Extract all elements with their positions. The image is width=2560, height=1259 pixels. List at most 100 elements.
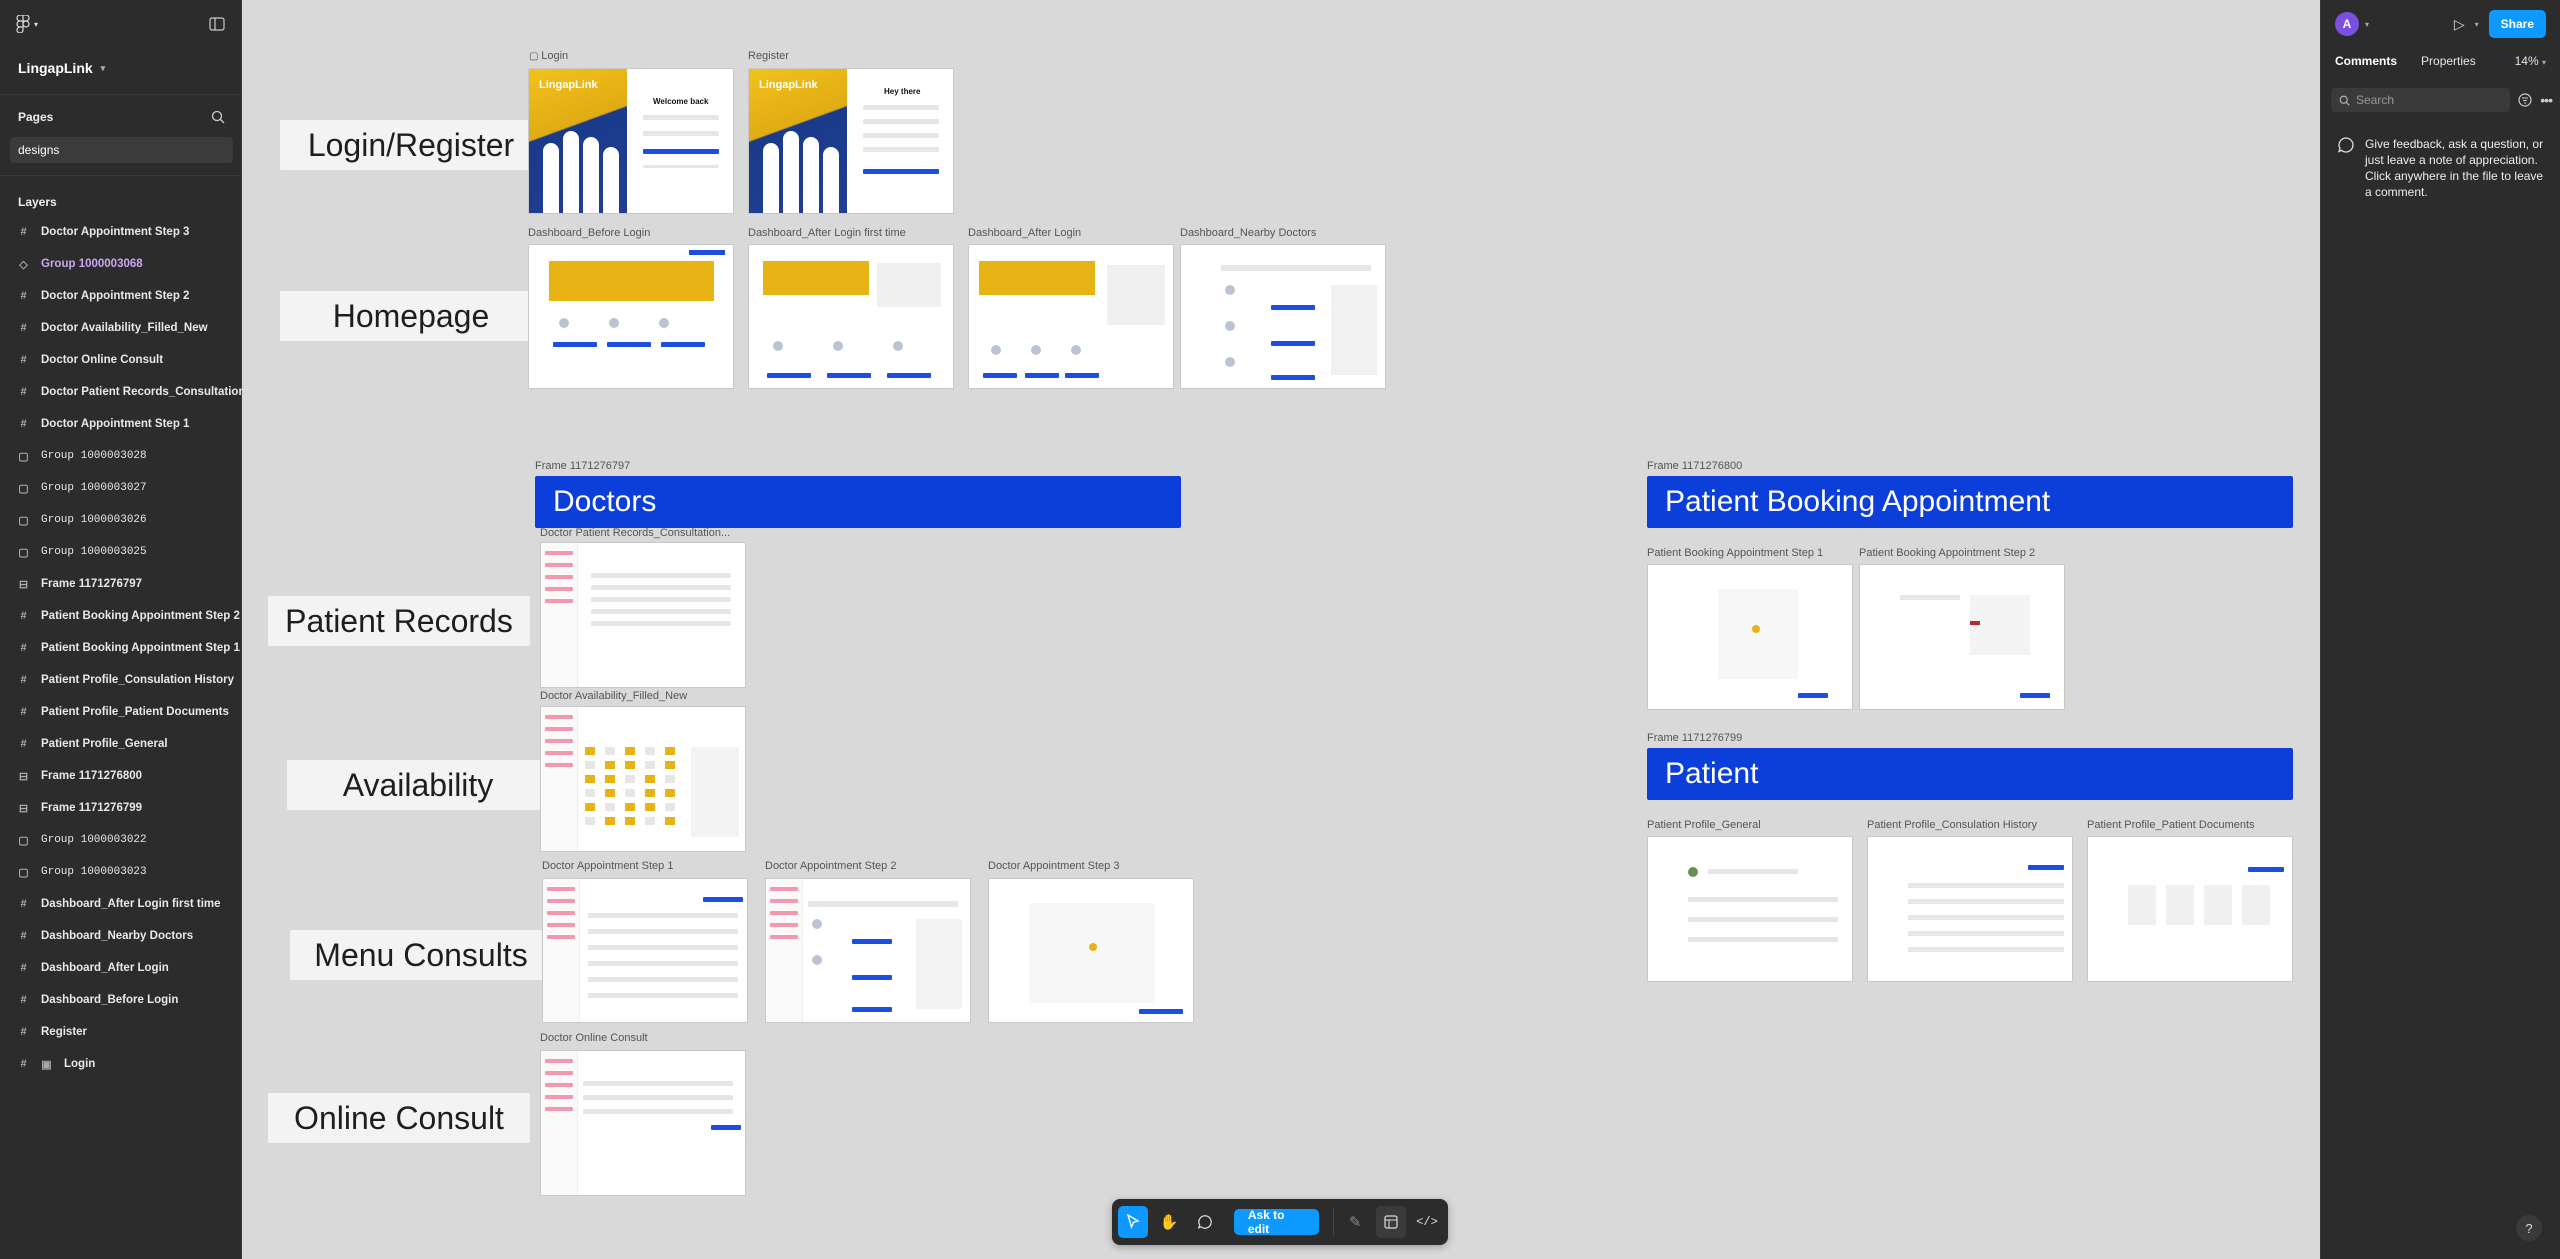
layer-item[interactable]: ▢ Group 1000003028 (0, 440, 241, 472)
layer-item[interactable]: # Doctor Appointment Step 3 (0, 216, 241, 248)
frame-title-booking1[interactable]: Patient Booking Appointment Step 1 (1647, 547, 1823, 559)
banner-patient-booking[interactable]: Patient Booking Appointment (1647, 476, 2293, 528)
main-menu-button[interactable]: ▾ (16, 15, 38, 33)
banner-patient[interactable]: Patient (1647, 748, 2293, 800)
toggle-sidebar-icon[interactable] (209, 17, 225, 31)
design-canvas[interactable]: Login/Register Homepage Patient Records … (243, 0, 2320, 1259)
zoom-level[interactable]: 14% ▾ (2515, 54, 2546, 68)
frame-icon: # (20, 642, 27, 654)
layer-item[interactable]: # ▣ Login (0, 1048, 241, 1080)
layer-item[interactable]: ◇ Group 1000003068 (0, 248, 241, 280)
frame-booking-step-2[interactable] (1859, 564, 2065, 710)
hand-tool-button[interactable]: ✋ (1154, 1206, 1184, 1238)
layer-item[interactable]: # Patient Booking Appointment Step 2 (0, 600, 241, 632)
comment-tool-button[interactable] (1190, 1206, 1220, 1238)
frame-title-appt2[interactable]: Doctor Appointment Step 2 (765, 860, 896, 872)
dev-mode-code-button[interactable]: </> (1412, 1206, 1442, 1238)
layer-item[interactable]: ▢ Group 1000003023 (0, 856, 241, 888)
frame-title-profile-general[interactable]: Patient Profile_General (1647, 819, 1761, 831)
frame-dashboard-first-time[interactable] (748, 244, 954, 389)
frame-title-appt1[interactable]: Doctor Appointment Step 1 (542, 860, 673, 872)
layer-item[interactable]: # Patient Profile_Patient Documents (0, 696, 241, 728)
search-input[interactable]: Search (2331, 88, 2511, 112)
frame-register[interactable]: LingapLink Hey there (748, 68, 954, 214)
frame-availability[interactable] (540, 706, 746, 852)
layer-item[interactable]: # Doctor Online Consult (0, 344, 241, 376)
frame-title-doctors[interactable]: Frame 1171276797 (535, 460, 630, 472)
frame-title-profile-docs[interactable]: Patient Profile_Patient Documents (2087, 819, 2255, 831)
section-label-online-consult[interactable]: Online Consult (268, 1093, 530, 1143)
frame-profile-documents[interactable] (2087, 836, 2293, 982)
frame-profile-general[interactable] (1647, 836, 1853, 982)
project-name-button[interactable]: LingapLink ▾ (0, 48, 241, 88)
frame-appointment-step-2[interactable] (765, 878, 971, 1023)
frame-title-register[interactable]: Register (748, 50, 789, 62)
layer-item[interactable]: # Doctor Appointment Step 2 (0, 280, 241, 312)
frame-title-appt3[interactable]: Doctor Appointment Step 3 (988, 860, 1119, 872)
layer-item[interactable]: # Patient Profile_General (0, 728, 241, 760)
frame-title-patient-records[interactable]: Doctor Patient Records_Consultation... (540, 527, 730, 539)
frame-profile-history[interactable] (1867, 836, 2073, 982)
search-icon[interactable] (211, 110, 225, 124)
section-label-availability[interactable]: Availability (287, 760, 549, 810)
layer-item[interactable]: ⊟ Frame 1171276797 (0, 568, 241, 600)
frame-title-patient[interactable]: Frame 1171276799 (1647, 732, 1742, 744)
user-menu[interactable]: A ▾ (2335, 12, 2369, 36)
annotate-tool-button[interactable]: ✎ (1340, 1206, 1370, 1238)
layer-item[interactable]: # Dashboard_After Login first time (0, 888, 241, 920)
bottom-toolbar: ✋ Ask to edit ✎ </> (1112, 1199, 1448, 1245)
frame-dashboard-before-login[interactable] (528, 244, 734, 389)
frame-online-consult[interactable] (540, 1050, 746, 1196)
page-item-designs[interactable]: designs (10, 137, 233, 163)
banner-doctors[interactable]: Doctors (535, 476, 1181, 528)
move-tool-button[interactable] (1118, 1206, 1148, 1238)
layer-item[interactable]: # Doctor Appointment Step 1 (0, 408, 241, 440)
layer-item[interactable]: # Dashboard_After Login (0, 952, 241, 984)
layer-item[interactable]: # Doctor Availability_Filled_New (0, 312, 241, 344)
dev-mode-layout-button[interactable] (1376, 1206, 1407, 1238)
layer-item[interactable]: # Doctor Patient Records_Consultation (0, 376, 245, 408)
tab-comments[interactable]: Comments (2335, 54, 2397, 68)
tab-properties[interactable]: Properties (2421, 54, 2476, 68)
ask-to-edit-button[interactable]: Ask to edit (1233, 1208, 1320, 1236)
frame-appointment-step-1[interactable] (542, 878, 748, 1023)
layer-item[interactable]: # Dashboard_Nearby Doctors (0, 920, 241, 952)
section-label-login-register[interactable]: Login/Register (280, 120, 542, 170)
present-play-icon[interactable]: ▷ (2454, 16, 2465, 33)
filter-icon[interactable] (2518, 93, 2532, 107)
layer-item[interactable]: ⊟ Frame 1171276800 (0, 760, 241, 792)
help-button[interactable]: ? (2516, 1215, 2542, 1241)
frame-title-profile-history[interactable]: Patient Profile_Consulation History (1867, 819, 2037, 831)
frame-title-booking[interactable]: Frame 1171276800 (1647, 460, 1742, 472)
layer-item[interactable]: ▢ Group 1000003022 (0, 824, 241, 856)
layer-item[interactable]: ▢ Group 1000003025 (0, 536, 241, 568)
frame-title-online-consult[interactable]: Doctor Online Consult (540, 1032, 648, 1044)
layer-item[interactable]: ▢ Group 1000003026 (0, 504, 241, 536)
layer-item[interactable]: # Dashboard_Before Login (0, 984, 241, 1016)
frame-dashboard-nearby[interactable] (1180, 244, 1386, 389)
layer-item[interactable]: # Register (0, 1016, 241, 1048)
frame-patient-records[interactable] (540, 542, 746, 688)
frame-appointment-step-3[interactable] (988, 878, 1194, 1023)
layer-item[interactable]: # Patient Profile_Consulation History (0, 664, 241, 696)
frame-title-availability[interactable]: Doctor Availability_Filled_New (540, 690, 687, 702)
frame-title-booking2[interactable]: Patient Booking Appointment Step 2 (1859, 547, 2035, 559)
doctor-figure (823, 147, 839, 213)
chevron-down-icon[interactable]: ▾ (2475, 20, 2479, 29)
frame-title-dashboard-before-login[interactable]: Dashboard_Before Login (528, 227, 650, 239)
layer-item[interactable]: ▢ Group 1000003027 (0, 472, 241, 504)
layer-item[interactable]: # Patient Booking Appointment Step 1 (0, 632, 241, 664)
frame-title-login[interactable]: ▢ Login (529, 50, 568, 62)
frame-booking-step-1[interactable] (1647, 564, 1853, 710)
frame-title-dashboard-nearby[interactable]: Dashboard_Nearby Doctors (1180, 227, 1316, 239)
section-label-homepage[interactable]: Homepage (280, 291, 542, 341)
frame-login[interactable]: LingapLink Welcome back (528, 68, 734, 214)
share-button[interactable]: Share (2488, 10, 2546, 38)
frame-title-dashboard-first-time[interactable]: Dashboard_After Login first time (748, 227, 906, 239)
section-label-menu-consults[interactable]: Menu Consults (290, 930, 552, 980)
frame-title-dashboard-after-login[interactable]: Dashboard_After Login (968, 227, 1081, 239)
layer-item[interactable]: ⊟ Frame 1171276799 (0, 792, 241, 824)
more-options-icon[interactable]: ••• (2540, 92, 2553, 108)
section-label-patient-records[interactable]: Patient Records (268, 596, 530, 646)
frame-dashboard-after-login[interactable] (968, 244, 1174, 389)
